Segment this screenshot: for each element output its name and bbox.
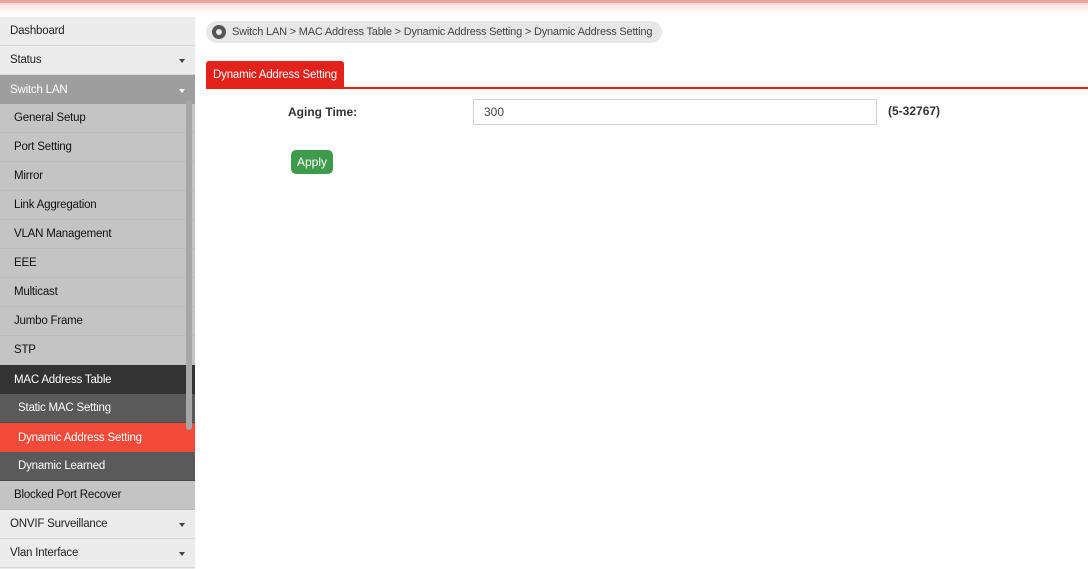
sidebar-item-label: Mirror (14, 170, 43, 182)
sidebar-item-eee[interactable]: EEE (0, 249, 195, 278)
aging-time-input[interactable] (473, 99, 877, 125)
sidebar-item-mac-address-table[interactable]: MAC Address Table (0, 365, 195, 394)
breadcrumb-text: Switch LAN > MAC Address Table > Dynamic… (232, 26, 653, 38)
sidebar-item-label: Dynamic Learned (18, 460, 106, 472)
sidebar-item-vlan-management[interactable]: VLAN Management (0, 220, 195, 249)
sidebar-item-general-setup[interactable]: General Setup (0, 104, 195, 133)
sidebar-item-multicast[interactable]: Multicast (0, 278, 195, 307)
sidebar-item-mirror[interactable]: Mirror (0, 162, 195, 191)
sidebar-item-onvif-surveillance[interactable]: ONVIF Surveillance (0, 510, 195, 539)
chevron-down-icon (179, 523, 185, 527)
chevron-down-icon (179, 552, 185, 556)
sidebar-item-label: ONVIF Surveillance (10, 518, 108, 530)
chevron-down-icon (179, 88, 185, 93)
sidebar-item-dynamic-address-setting[interactable]: Dynamic Address Setting (0, 423, 195, 452)
sidebar-item-label: Port Setting (14, 141, 72, 153)
sidebar-item-label: Dynamic Address Setting (18, 431, 142, 444)
sidebar: Dashboard Status Switch LAN General Setu… (0, 17, 195, 569)
sidebar-item-label: VLAN Management (14, 228, 112, 240)
sidebar-item-dynamic-learned[interactable]: Dynamic Learned (0, 452, 195, 481)
sidebar-item-label: Blocked Port Recover (14, 489, 122, 501)
sidebar-item-label: Multicast (14, 286, 58, 298)
sidebar-item-label: MAC Address Table (14, 373, 112, 386)
sidebar-item-label: Static MAC Setting (18, 402, 111, 414)
sidebar-item-blocked-port-recover[interactable]: Blocked Port Recover (0, 481, 195, 510)
sidebar-item-label: Switch LAN (10, 83, 68, 96)
sidebar-item-label: STP (14, 344, 36, 356)
sidebar-item-label: General Setup (14, 112, 86, 124)
aging-time-label: Aging Time: (288, 105, 358, 119)
sidebar-item-label: EEE (14, 257, 37, 269)
apply-button[interactable]: Apply (291, 150, 333, 174)
sidebar-item-jumbo-frame[interactable]: Jumbo Frame (0, 307, 195, 336)
aging-time-range-hint: (5-32767) (888, 104, 941, 118)
sidebar-item-label: Status (10, 54, 42, 66)
sidebar-item-label: Jumbo Frame (14, 315, 83, 327)
sidebar-item-status[interactable]: Status (0, 46, 195, 75)
tab-underline (206, 87, 1088, 89)
tab-dynamic-address-setting[interactable]: Dynamic Address Setting (206, 61, 344, 88)
sidebar-item-label: Vlan Interface (10, 547, 79, 559)
sidebar-item-link-aggregation[interactable]: Link Aggregation (0, 191, 195, 220)
sidebar-item-port-setting[interactable]: Port Setting (0, 133, 195, 162)
breadcrumb: Switch LAN > MAC Address Table > Dynamic… (206, 21, 662, 43)
sidebar-item-label: Link Aggregation (14, 199, 97, 211)
sidebar-item-static-mac-setting[interactable]: Static MAC Setting (0, 394, 195, 423)
location-pin-icon (212, 25, 226, 39)
sidebar-item-dashboard[interactable]: Dashboard (0, 17, 195, 46)
sidebar-scrollbar[interactable] (186, 100, 192, 430)
sidebar-item-switch-lan[interactable]: Switch LAN (0, 75, 195, 104)
sidebar-item-vlan-interface[interactable]: Vlan Interface (0, 539, 195, 568)
chevron-down-icon (179, 59, 185, 63)
sidebar-item-label: Dashboard (10, 25, 65, 37)
tab-label: Dynamic Address Setting (213, 68, 337, 81)
top-accent-bar (0, 0, 1088, 14)
sidebar-item-stp[interactable]: STP (0, 336, 195, 365)
